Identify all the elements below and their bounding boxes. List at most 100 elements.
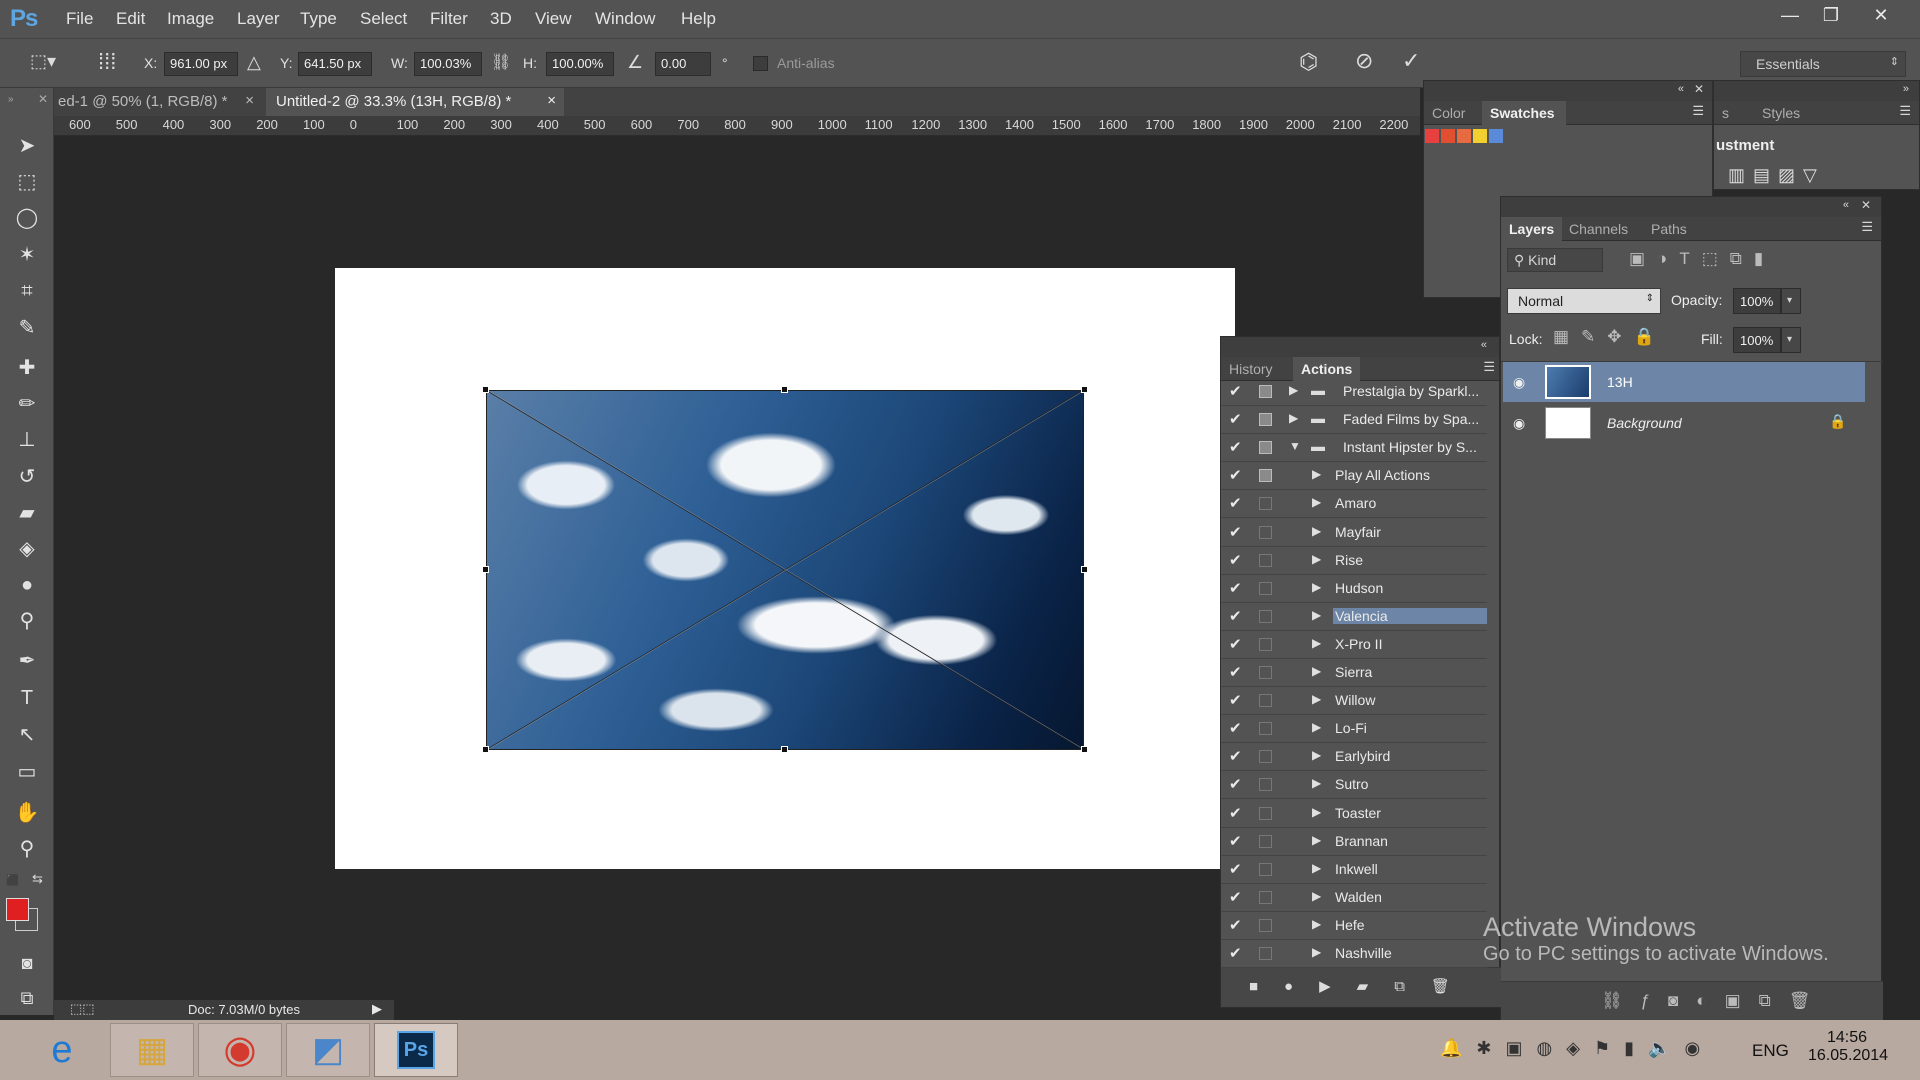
opacity-dropdown-icon[interactable]: ▾ <box>1781 288 1801 314</box>
eyedropper-tool-icon[interactable]: ✎ <box>12 313 42 343</box>
layer-filter-icons[interactable]: ▣◑T⬚⧉▮ <box>1629 249 1775 269</box>
collapsed-triangle-icon[interactable]: ▶ <box>1289 411 1298 425</box>
menu-3d[interactable]: 3D <box>490 9 512 29</box>
toggle-check-icon[interactable]: ✔ <box>1229 410 1242 428</box>
placed-image-clouds[interactable] <box>486 390 1084 750</box>
toggle-check-icon[interactable]: ✔ <box>1229 691 1242 709</box>
action-row[interactable]: ✔ ▶ Toaster <box>1221 800 1487 828</box>
path-selection-tool-icon[interactable]: ↖ <box>12 720 42 750</box>
relative-position-icon[interactable]: △ <box>247 52 261 73</box>
collapse-panel-icon[interactable]: » <box>1903 83 1909 95</box>
transform-handle-bottom-right[interactable] <box>1081 746 1088 753</box>
collapsed-triangle-icon[interactable]: ▶ <box>1312 636 1321 650</box>
panel-menu-icon[interactable]: ☰ <box>1861 219 1873 235</box>
commit-transform-icon[interactable]: ✓ <box>1402 48 1420 74</box>
dialog-toggle-box[interactable] <box>1259 553 1272 567</box>
minimize-button[interactable]: — <box>1769 2 1811 28</box>
healing-brush-tool-icon[interactable]: ✚ <box>12 353 42 383</box>
dialog-toggle-box[interactable] <box>1259 834 1272 848</box>
layer-row-background[interactable]: ◉ Background 🔒 <box>1503 403 1865 443</box>
default-colors-icon[interactable]: ⬛ <box>6 874 20 887</box>
hand-tool-icon[interactable]: ✋ <box>12 798 42 828</box>
dialog-toggle-box[interactable] <box>1259 750 1272 764</box>
quick-mask-icon[interactable]: ◙ <box>12 948 42 978</box>
fill-field[interactable]: 100% <box>1733 327 1781 353</box>
action-row[interactable]: ✔ ▶ Valencia <box>1221 603 1487 631</box>
collapsed-triangle-icon[interactable]: ▶ <box>1312 580 1321 594</box>
action-row[interactable]: ✔ ▶ Sutro <box>1221 771 1487 800</box>
action-row[interactable]: ✔ ▶ Earlybird <box>1221 743 1487 772</box>
dialog-toggle-box[interactable] <box>1259 947 1272 960</box>
toggle-check-icon[interactable]: ✔ <box>1229 382 1242 400</box>
internet-explorer-icon[interactable]: e <box>20 1023 104 1077</box>
dialog-toggle-box[interactable] <box>1259 666 1272 679</box>
dialog-toggle-box[interactable] <box>1259 778 1272 792</box>
action-row[interactable]: ✔ ▶ Nashville <box>1221 940 1487 968</box>
toggle-check-icon[interactable]: ✔ <box>1229 551 1242 569</box>
toggle-check-icon[interactable]: ✔ <box>1229 663 1242 681</box>
visibility-eye-icon[interactable]: ◉ <box>1513 415 1525 432</box>
history-brush-tool-icon[interactable]: ↺ <box>12 462 42 492</box>
collapsed-triangle-icon[interactable]: ▶ <box>1312 805 1321 819</box>
angle-field[interactable]: 0.00 <box>655 52 711 76</box>
width-field[interactable]: 100.03% <box>414 52 482 76</box>
visibility-eye-icon[interactable]: ◉ <box>1513 374 1525 391</box>
tab-paths[interactable]: Paths <box>1643 217 1695 241</box>
transform-handle-bottom[interactable] <box>781 746 788 753</box>
clock[interactable]: 14:56 16.05.2014 <box>1808 1029 1888 1065</box>
opacity-field[interactable]: 100% <box>1733 288 1781 314</box>
type-tool-icon[interactable]: T <box>12 683 42 713</box>
collapsed-triangle-icon[interactable]: ▶ <box>1312 776 1321 790</box>
photoshop-taskbar-button[interactable]: Ps <box>374 1023 458 1077</box>
collapsed-triangle-icon[interactable]: ▶ <box>1312 861 1321 875</box>
lock-icons[interactable]: ▦✎✥🔒 <box>1553 327 1667 347</box>
close-button[interactable]: ✕ <box>1860 2 1902 28</box>
panel-menu-icon[interactable]: ☰ <box>1692 103 1704 119</box>
color-swatch[interactable] <box>1441 129 1455 143</box>
collapse-tools-icon[interactable]: » <box>8 94 14 105</box>
collapse-panel-icon[interactable]: « <box>1481 339 1487 351</box>
dialog-toggle-box[interactable] <box>1259 918 1272 932</box>
tab-color[interactable]: Color <box>1424 101 1473 125</box>
toggle-check-icon[interactable]: ✔ <box>1229 860 1242 878</box>
action-set-row[interactable]: ✔ ▬ ▶ Faded Films by Spa... <box>1221 406 1487 435</box>
collapsed-triangle-icon[interactable]: ▶ <box>1312 833 1321 847</box>
collapsed-triangle-icon[interactable]: ▶ <box>1312 748 1321 762</box>
dialog-toggle-box[interactable] <box>1259 385 1272 398</box>
dialog-toggle-box[interactable] <box>1259 722 1272 736</box>
collapsed-triangle-icon[interactable]: ▶ <box>1312 889 1321 903</box>
collapsed-triangle-icon[interactable]: ▶ <box>1312 692 1321 706</box>
language-indicator[interactable]: ENG <box>1752 1041 1789 1061</box>
dialog-toggle-box[interactable] <box>1259 890 1272 904</box>
tab-document-2[interactable]: Untitled-2 @ 33.3% (13H, RGB/8) * × <box>266 88 564 116</box>
tab-document-1[interactable]: ed-1 @ 50% (1, RGB/8) * × <box>54 88 262 116</box>
adjustment-icons[interactable]: ▥▤▨▽ <box>1728 165 1825 186</box>
tab-swatches-hidden[interactable]: s <box>1714 101 1737 125</box>
dialog-toggle-box[interactable] <box>1259 497 1272 511</box>
lasso-tool-icon[interactable]: ◯ <box>12 203 42 233</box>
collapse-panel-icon[interactable]: « <box>1678 83 1684 95</box>
transform-handle-top[interactable] <box>781 386 788 393</box>
action-row[interactable]: ✔ ▶ Mayfair <box>1221 519 1487 547</box>
menu-type[interactable]: Type <box>300 9 337 29</box>
menu-select[interactable]: Select <box>360 9 407 29</box>
action-row[interactable]: ✔ ▶ X-Pro II <box>1221 631 1487 659</box>
blur-tool-icon[interactable]: ● <box>12 570 42 600</box>
toggle-check-icon[interactable]: ✔ <box>1229 523 1242 541</box>
toggle-check-icon[interactable]: ✔ <box>1229 804 1242 822</box>
collapsed-triangle-icon[interactable]: ▶ <box>1312 524 1321 538</box>
toggle-check-icon[interactable]: ✔ <box>1229 944 1242 962</box>
menu-window[interactable]: Window <box>595 9 655 29</box>
toggle-check-icon[interactable]: ✔ <box>1229 579 1242 597</box>
toggle-check-icon[interactable]: ✔ <box>1229 916 1242 934</box>
toggle-check-icon[interactable]: ✔ <box>1229 607 1242 625</box>
menu-view[interactable]: View <box>535 9 572 29</box>
toggle-check-icon[interactable]: ✔ <box>1229 775 1242 793</box>
layer-filter-select[interactable]: ⚲ Kind <box>1507 248 1603 272</box>
collapsed-triangle-icon[interactable]: ▶ <box>1312 467 1321 481</box>
action-row[interactable]: ✔ ▶ Lo-Fi <box>1221 715 1487 744</box>
action-row[interactable]: ✔ ▶ Sierra <box>1221 659 1487 687</box>
foreground-color-swatch[interactable] <box>6 898 29 921</box>
dialog-toggle-box[interactable] <box>1259 469 1272 483</box>
dialog-toggle-box[interactable] <box>1259 806 1272 820</box>
